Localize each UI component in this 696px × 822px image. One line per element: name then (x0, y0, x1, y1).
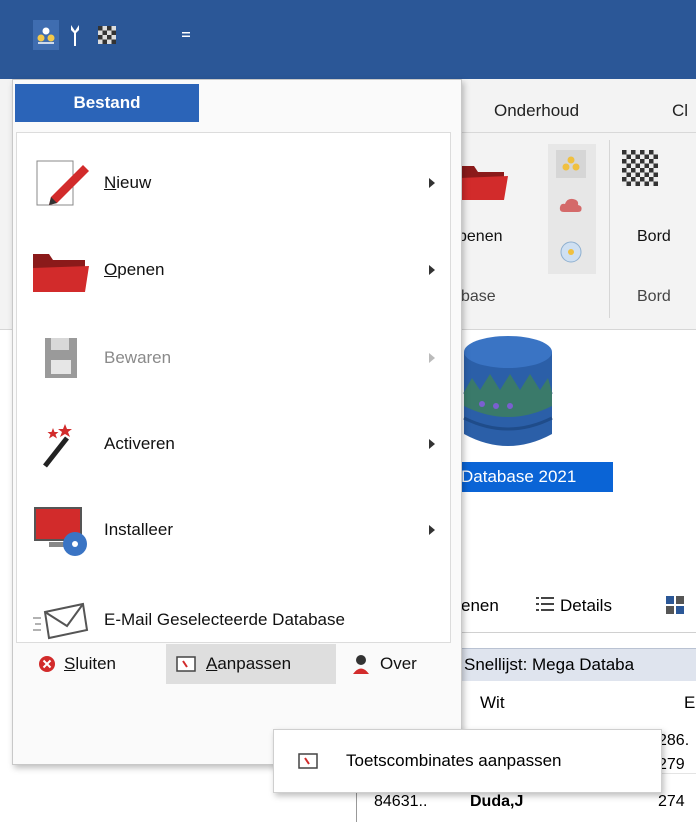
menu-item-label: Openen (104, 260, 165, 279)
install-computer-icon (31, 502, 91, 558)
cell-elo: 274 (658, 793, 685, 810)
cell-white: Duda,J (470, 793, 524, 810)
submenu-arrow-icon (429, 265, 435, 275)
column-header-elo[interactable]: Elo (684, 693, 696, 713)
submenu-arrow-icon (429, 525, 435, 535)
menu-item-label: Nieuw (104, 173, 152, 192)
submenu-arrow-icon (429, 439, 435, 449)
title-bar (0, 0, 696, 79)
menu-item-bewaren: Bewaren (17, 316, 448, 400)
tab-cl[interactable]: Cl (672, 101, 688, 121)
details-icon (536, 596, 556, 614)
close-button[interactable]: Sluiten (34, 644, 150, 684)
email-envelope-icon (31, 592, 91, 648)
group-separator (609, 140, 610, 318)
board-icon[interactable] (622, 150, 658, 186)
disc-icon[interactable] (559, 240, 583, 264)
quicklist-header: Snellijst: Mega Databa (460, 648, 696, 682)
about-label: Over (380, 654, 417, 673)
submenu-item-label: Toetscombinates aanpassen (346, 750, 562, 770)
ribbon-divider (460, 132, 696, 133)
menu-item-label: Bewaren (104, 348, 172, 367)
group-label-board: Bord (637, 288, 671, 305)
star-players-icon[interactable] (556, 150, 586, 178)
menu-item-label: Activeren (104, 434, 175, 453)
tab-bestand[interactable]: Bestand (15, 84, 199, 122)
quicklist-title: Snellijst: Mega Databa (464, 655, 635, 674)
column-header-row: Wit Elo (460, 681, 696, 725)
cell-elo: 286. (658, 732, 690, 749)
menu-item-label: Installeer (104, 520, 173, 539)
customize-label: Aanpassen (206, 654, 292, 673)
chessboard-icon[interactable] (94, 20, 120, 50)
close-label: Sluiten (64, 654, 116, 673)
customize-icon (176, 656, 196, 672)
about-person-icon (353, 655, 369, 674)
save-disk-icon (31, 330, 91, 386)
menu-item-nieuw[interactable]: Nieuw (17, 141, 448, 225)
about-button[interactable]: Over (346, 644, 442, 684)
toolbar-divider (460, 632, 696, 633)
database-label[interactable]: Database 2021 (457, 462, 613, 492)
customize-icon (298, 752, 318, 769)
details-view-button[interactable]: Details (560, 596, 612, 616)
customize-button[interactable]: Aanpassen (166, 644, 336, 684)
tab-onderhoud[interactable]: Onderhoud (494, 101, 579, 121)
customize-submenu: Toetscombinates aanpassen (273, 729, 662, 793)
wrench-icon[interactable] (62, 20, 88, 50)
menu-item-installeer[interactable]: Installeer (17, 488, 448, 572)
customize-toolbar-dropdown-icon[interactable] (178, 20, 194, 50)
new-document-icon (31, 155, 91, 211)
thumbnails-icon[interactable] (666, 596, 686, 616)
column-header-white[interactable]: Wit (480, 693, 505, 713)
cell-id: 84631.. (374, 793, 428, 810)
submenu-item-shortcuts[interactable]: Toetscombinates aanpassen (276, 732, 658, 789)
quick-access-home-icon[interactable] (33, 20, 59, 50)
database-cylinder-icon[interactable] (462, 334, 554, 452)
submenu-arrow-icon (429, 353, 435, 363)
cloud-icon[interactable] (559, 196, 583, 214)
close-icon (39, 656, 55, 672)
menu-item-openen[interactable]: Openen (17, 228, 448, 312)
submenu-arrow-icon (429, 178, 435, 188)
group-label-database: base (461, 288, 496, 305)
open-folder-icon (31, 242, 91, 298)
open-button-label[interactable]: penen (458, 228, 503, 246)
open-view-button[interactable]: enen (461, 596, 499, 616)
menu-item-label: E-Mail Geselecteerde Database (104, 610, 345, 629)
view-toolbar: enen Details (460, 588, 696, 624)
menu-item-activeren[interactable]: Activeren (17, 402, 448, 486)
open-folder-icon[interactable] (460, 160, 508, 202)
cell-elo: 279 (658, 756, 685, 773)
magic-wand-icon (31, 416, 91, 472)
board-button-label[interactable]: Bord (637, 228, 671, 246)
